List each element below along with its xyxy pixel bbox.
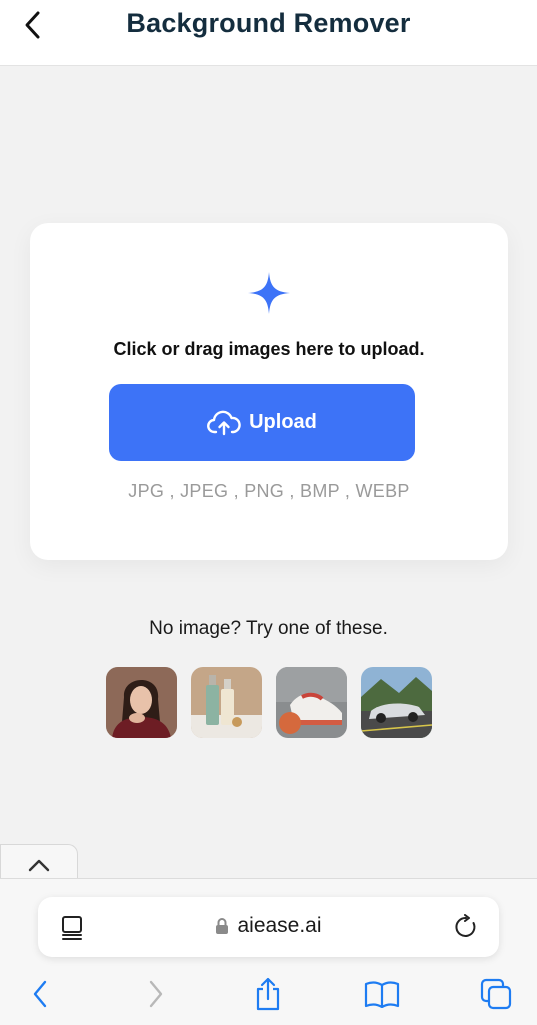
browser-forward-button[interactable]: [136, 974, 176, 1014]
tabs-icon: [480, 978, 512, 1010]
chevron-up-icon: [28, 859, 50, 872]
upload-dropzone[interactable]: Click or drag images here to upload. Upl…: [30, 223, 508, 560]
cloud-upload-icon: [207, 410, 241, 435]
url-text: aiease.ai: [237, 914, 322, 937]
page-title: Background Remover: [126, 8, 411, 38]
sports-car-thumbnail[interactable]: [361, 667, 432, 738]
lock-icon: [216, 918, 229, 934]
upload-button[interactable]: Upload: [109, 384, 415, 461]
share-icon: [256, 977, 280, 1011]
sparkle-plus-icon: [248, 272, 290, 314]
chevron-left-icon: [33, 980, 47, 1008]
woman-portrait-thumbnail[interactable]: [106, 667, 177, 738]
upload-button-label: Upload: [249, 411, 317, 433]
app-header: Background Remover: [0, 0, 537, 66]
bookmarks-button[interactable]: [362, 974, 402, 1014]
address-bar[interactable]: aiease.ai: [38, 897, 499, 957]
tabs-button[interactable]: [476, 974, 516, 1014]
sample-images: [106, 667, 432, 738]
browser-toolbar: aiease.ai: [0, 878, 537, 1025]
samples-label: No image? Try one of these.: [149, 618, 388, 639]
upload-instruction: Click or drag images here to upload.: [113, 339, 425, 359]
cosmetic-bottles-thumbnail[interactable]: [191, 667, 262, 738]
sneaker-thumbnail[interactable]: [276, 667, 347, 738]
url-display: aiease.ai: [38, 914, 499, 938]
share-button[interactable]: [248, 974, 288, 1014]
browser-nav-row: [0, 974, 537, 1014]
reload-icon[interactable]: [453, 914, 479, 945]
browser-back-button[interactable]: [20, 974, 60, 1014]
supported-formats: JPG , JPEG , PNG , BMP , WEBP: [128, 481, 410, 501]
book-icon: [364, 981, 400, 1008]
chevron-right-icon: [149, 980, 163, 1008]
